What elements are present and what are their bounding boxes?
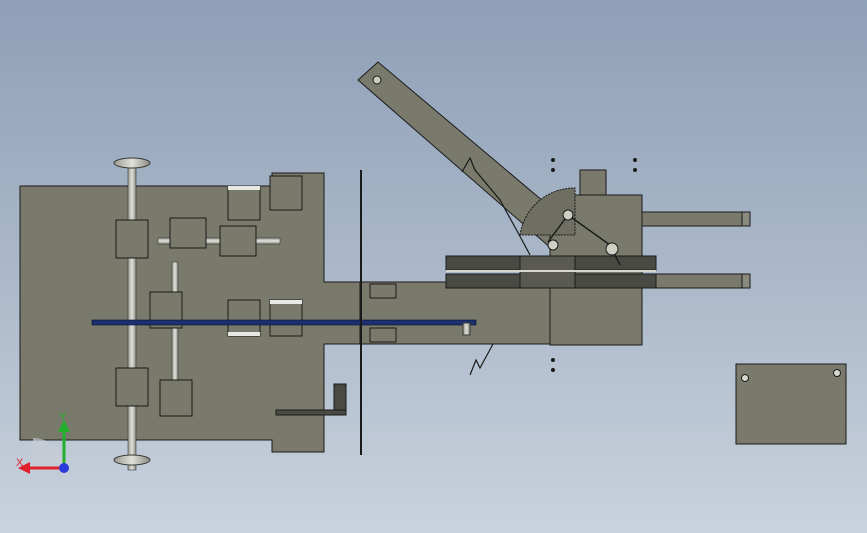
angle-bracket-horizontal[interactable] bbox=[275, 409, 347, 416]
gearbox-bolt bbox=[633, 168, 637, 172]
bearing-block[interactable] bbox=[115, 367, 149, 407]
lower-zigzag-link bbox=[469, 343, 494, 376]
bearing-block[interactable] bbox=[115, 219, 149, 259]
cad-viewport[interactable]: X Y bbox=[0, 0, 867, 533]
side-plate-hole bbox=[741, 374, 749, 382]
z-axis-dot bbox=[59, 463, 69, 473]
gearbox-bolt bbox=[551, 158, 555, 162]
gearbox-top-block bbox=[579, 169, 607, 196]
top-flange bbox=[113, 157, 151, 169]
connector-pin bbox=[462, 322, 471, 336]
lower-shaft-end bbox=[741, 273, 751, 289]
bearing-block[interactable] bbox=[269, 175, 303, 211]
connector-bracket bbox=[369, 327, 397, 343]
bottom-flange bbox=[113, 454, 151, 466]
side-plate[interactable] bbox=[735, 363, 847, 445]
bearing-block[interactable] bbox=[219, 225, 257, 257]
gearbox-bolt bbox=[633, 158, 637, 162]
assembly-drawing[interactable] bbox=[0, 0, 867, 533]
bearing-block[interactable] bbox=[227, 185, 261, 221]
bracket-highlight bbox=[228, 186, 260, 190]
bearing-block[interactable] bbox=[169, 217, 207, 249]
gearbox-pin-2 bbox=[605, 242, 619, 256]
upper-shaft-end bbox=[741, 211, 751, 227]
left-vertical-shaft[interactable] bbox=[127, 159, 137, 471]
upper-output-shaft[interactable] bbox=[641, 211, 743, 227]
gearbox-pin-3 bbox=[547, 239, 559, 251]
gearbox-bolt bbox=[551, 168, 555, 172]
bracket-highlight bbox=[228, 332, 260, 336]
bearing-block[interactable] bbox=[269, 299, 303, 337]
side-plate-hole bbox=[833, 369, 841, 377]
gearbox-bolt bbox=[551, 368, 555, 372]
gearbox-pin-1 bbox=[562, 209, 574, 221]
x-axis-label: X bbox=[16, 457, 24, 469]
bracket-highlight bbox=[270, 300, 302, 304]
bearing-block[interactable] bbox=[159, 379, 193, 417]
coordinate-triad: X Y bbox=[16, 411, 70, 474]
bearing-block[interactable] bbox=[227, 299, 261, 337]
connector-bracket bbox=[369, 283, 397, 299]
gearbox-bolt bbox=[551, 358, 555, 362]
lever-pivot-hole bbox=[372, 75, 382, 85]
y-axis-label: Y bbox=[59, 411, 67, 423]
lower-output-shaft[interactable] bbox=[641, 273, 743, 289]
conveyor-belt[interactable] bbox=[91, 319, 477, 326]
